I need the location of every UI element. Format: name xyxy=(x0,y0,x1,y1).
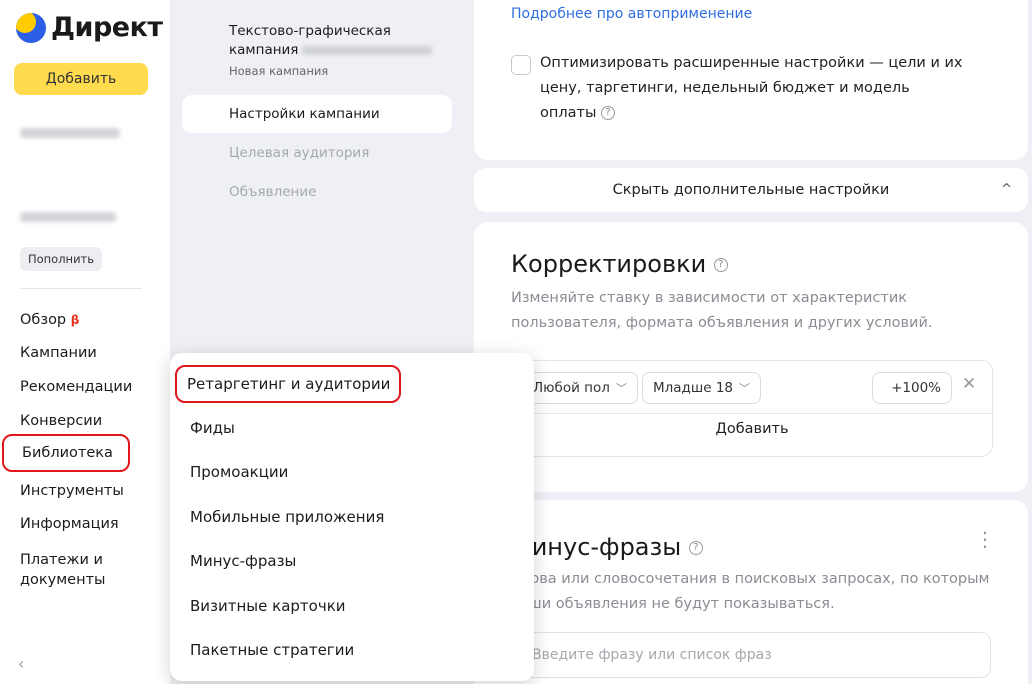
adjustments-title-text: Корректировки xyxy=(511,250,707,278)
add-button[interactable]: Добавить xyxy=(14,63,148,95)
collapse-sidebar-icon[interactable]: ‹ xyxy=(18,654,24,673)
percent-input[interactable]: +100% xyxy=(872,372,952,404)
account-name-blurred xyxy=(20,128,120,138)
menu-item-package-strategies[interactable]: Пакетные стратегии xyxy=(190,640,354,660)
help-icon[interactable]: ? xyxy=(688,541,703,555)
menu-item-business-cards[interactable]: Визитные карточки xyxy=(190,596,346,616)
library-dropdown-menu: Ретаргетинг и аудитории Фиды Промоакции … xyxy=(170,353,534,681)
topup-button[interactable]: Пополнить xyxy=(20,247,102,271)
sidebar-item-recommendations[interactable]: Рекомендации xyxy=(20,377,132,397)
minus-phrase-input[interactable] xyxy=(511,632,991,678)
menu-item-retargeting[interactable]: Ретаргетинг и аудитории xyxy=(175,365,401,403)
campaign-subtitle: Новая кампания xyxy=(229,64,329,78)
sidebar-item-payments[interactable]: Платежи и документы xyxy=(20,550,130,590)
campaign-id-blurred xyxy=(302,45,433,55)
logo[interactable]: Директ xyxy=(16,12,163,43)
sidebar-item-campaigns[interactable]: Кампании xyxy=(20,343,97,363)
optimize-checkbox[interactable] xyxy=(511,55,531,75)
step-ad[interactable]: Объявление xyxy=(229,184,316,200)
sidebar-item-conversions[interactable]: Конверсии xyxy=(20,411,102,431)
adjustments-title: Корректировки ? xyxy=(511,250,728,278)
add-adjustment-button[interactable]: Добавить xyxy=(512,421,992,437)
menu-item-mobile-apps[interactable]: Мобильные приложения xyxy=(190,507,384,527)
sidebar-item-tools[interactable]: Инструменты xyxy=(20,481,124,501)
minus-phrases-title: Минус-фразы ? xyxy=(511,533,703,561)
menu-item-promotions[interactable]: Промоакции xyxy=(190,462,288,482)
minus-phrases-title-text: Минус-фразы xyxy=(511,533,682,561)
age-select-value: Младше 18 xyxy=(653,380,734,396)
close-icon[interactable]: ✕ xyxy=(962,374,976,394)
chevron-up-icon: ^ xyxy=(1001,182,1012,197)
auto-apply-link[interactable]: Подробнее про автоприменение xyxy=(511,6,752,22)
campaign-title: Текстово-графическая кампания xyxy=(229,22,439,60)
beta-badge: β xyxy=(70,313,80,327)
hide-settings-label: Скрыть дополнительные настройки xyxy=(612,182,890,198)
gender-select[interactable]: Любой пол ﹀ xyxy=(522,372,638,404)
account-balance-blurred xyxy=(20,212,116,222)
sidebar-divider xyxy=(20,288,142,289)
menu-item-minus-phrases[interactable]: Минус-фразы xyxy=(190,551,296,571)
minus-phrases-description: Слова или словосочетания в поисковых зап… xyxy=(511,571,990,612)
direct-logo-icon xyxy=(16,12,46,43)
sidebar-item-label: Обзор xyxy=(20,312,67,328)
step-target-audience[interactable]: Целевая аудитория xyxy=(229,145,369,161)
sidebar-item-library[interactable]: Библиотека xyxy=(2,434,130,472)
age-select[interactable]: Младше 18 ﹀ xyxy=(642,372,762,404)
more-icon[interactable]: ⋮ xyxy=(975,529,995,549)
sidebar: Директ Добавить Пополнить Обзор β Кампан… xyxy=(0,0,170,684)
sidebar-item-overview[interactable]: Обзор β xyxy=(20,310,79,330)
adjustment-divider xyxy=(512,413,992,414)
optimize-label: Оптимизировать расширенные настройки — ц… xyxy=(540,51,970,126)
menu-item-feeds[interactable]: Фиды xyxy=(190,418,235,438)
hide-advanced-settings-button[interactable]: Скрыть дополнительные настройки ^ xyxy=(474,168,1028,212)
help-icon[interactable]: ? xyxy=(713,258,728,272)
adjustments-description: Изменяйте ставку в зависимости от характ… xyxy=(511,290,933,331)
chevron-down-icon: ﹀ xyxy=(615,382,627,395)
help-icon[interactable]: ? xyxy=(601,106,616,120)
adjustment-rule-box: Любой пол ﹀ Младше 18 ﹀ +100% ✕ Добавить xyxy=(511,360,993,457)
gender-select-value: Любой пол xyxy=(533,380,610,396)
step-campaign-settings[interactable]: Настройки кампании xyxy=(182,95,452,133)
chevron-down-icon: ﹀ xyxy=(739,382,751,395)
sidebar-item-info[interactable]: Информация xyxy=(20,514,119,534)
logo-text: Директ xyxy=(51,12,163,43)
